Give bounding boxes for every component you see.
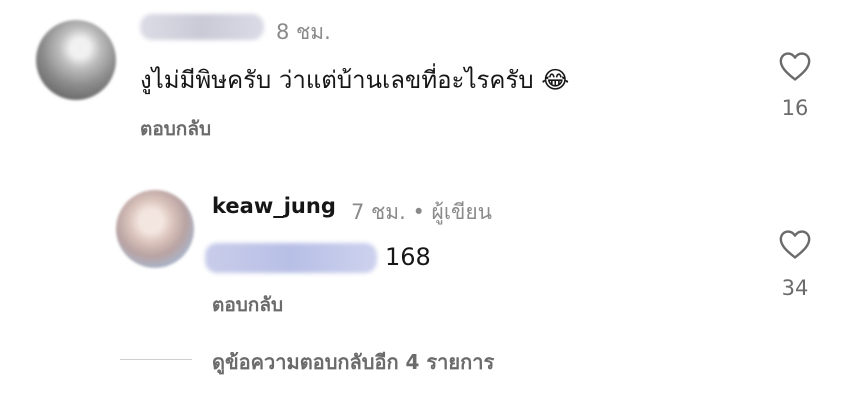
mention-blurred[interactable] (205, 243, 377, 273)
avatar[interactable] (36, 20, 116, 100)
like-count: 16 (781, 96, 809, 120)
reply-button[interactable]: ตอบกลับ (212, 290, 283, 320)
comment-text: งูไม่มีพิษครับ ว่าแต่บ้านเลขที่อะไรครับ … (140, 60, 569, 99)
like-button[interactable] (778, 228, 812, 264)
comment-body: งูไม่มีพิษครับ ว่าแต่บ้านเลขที่อะไรครับ (140, 66, 534, 94)
reply-button[interactable]: ตอบกลับ (140, 114, 211, 144)
like-count: 34 (781, 276, 809, 300)
divider (120, 359, 192, 360)
heart-icon (779, 230, 811, 259)
reply-text: 168 (385, 243, 431, 271)
heart-icon (779, 52, 811, 81)
reply-username[interactable]: keaw_jung (212, 194, 336, 218)
like-button[interactable] (778, 50, 812, 86)
avatar[interactable] (116, 190, 194, 268)
reply-time-author: 7 ชม. • ผู้เขียน (351, 200, 493, 224)
username-blurred[interactable] (140, 14, 264, 40)
comment-time: 8 ชม. (276, 20, 331, 44)
laughing-emoji: 😂 (541, 66, 570, 94)
view-more-replies[interactable]: ดูข้อความตอบกลับอีก 4 รายการ (212, 346, 494, 378)
